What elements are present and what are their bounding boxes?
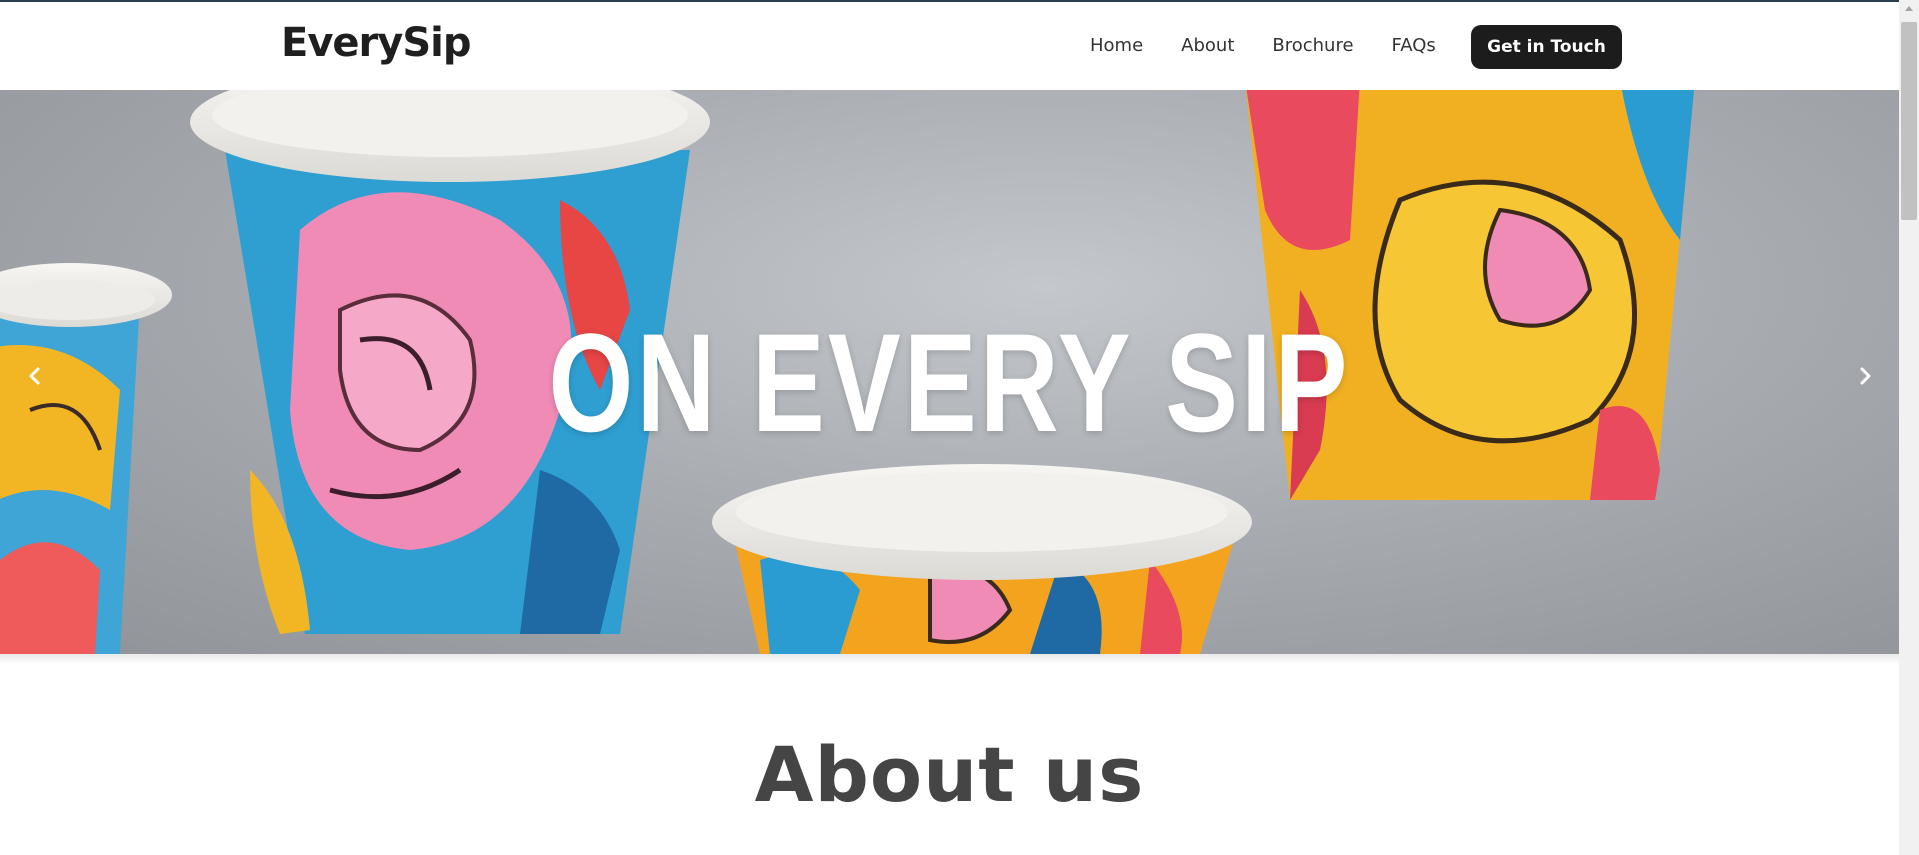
slider-prev-button[interactable] <box>17 358 53 394</box>
nav-about[interactable]: About <box>1181 35 1234 56</box>
scroll-up-arrow-icon[interactable] <box>1905 6 1913 11</box>
chevron-right-icon <box>1860 367 1871 385</box>
slider-next-button[interactable] <box>1847 358 1883 394</box>
hero-title: ON EVERY SIP <box>548 304 1351 461</box>
get-in-touch-button[interactable]: Get in Touch <box>1471 25 1622 69</box>
nav-home[interactable]: Home <box>1090 35 1143 56</box>
scrollbar-thumb[interactable] <box>1901 22 1917 220</box>
chevron-left-icon <box>29 367 40 385</box>
about-heading: About us <box>754 730 1145 819</box>
hero-divider <box>0 654 1899 664</box>
main-nav: Home About Brochure FAQs <box>1090 35 1474 56</box>
hero-slider: ON EVERY SIP <box>0 90 1899 654</box>
nav-brochure[interactable]: Brochure <box>1272 35 1353 56</box>
site-logo[interactable]: EverySip <box>281 20 471 66</box>
site-header: EverySip Home About Brochure FAQs Get in… <box>0 2 1899 90</box>
nav-faqs[interactable]: FAQs <box>1392 35 1436 56</box>
